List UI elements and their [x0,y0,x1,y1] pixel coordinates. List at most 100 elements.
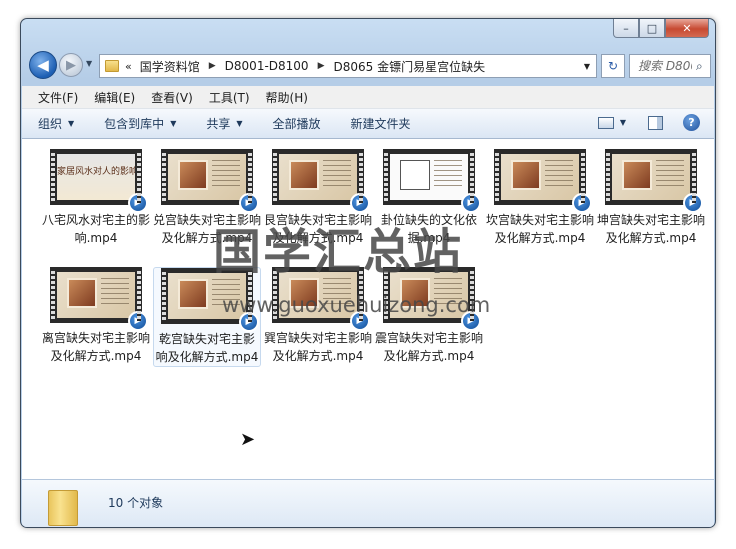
thumbnail-frame [612,154,690,200]
floorplan-shape [400,278,430,308]
maximize-button[interactable]: □ [639,19,665,38]
file-name: 坤宫缺失对宅主影响及化解方式.mp4 [597,213,706,245]
file-item[interactable]: ▶ 艮宫缺失对宅主影响及化解方式.mp4 [264,149,372,247]
breadcrumb-item[interactable]: 国学资料馆 [140,58,200,75]
file-item[interactable]: ▶ 乾宫缺失对宅主影响及化解方式.mp4 [153,267,261,367]
thumbnail-frame [390,272,468,318]
breadcrumb-item[interactable]: D8065 金镖门易星宫位缺失 [333,58,485,75]
folder-icon [105,60,119,72]
video-thumbnail: ▶ [383,267,481,331]
breadcrumb-arrow-icon[interactable]: ▶ [318,61,325,71]
video-thumbnail: ▶ [494,149,592,213]
folder-icon [48,490,78,526]
text-lines [212,279,240,307]
address-dropdown-icon[interactable]: ▼ [578,62,596,71]
file-name: 卦位缺失的文化依据.mp4 [380,213,477,245]
media-player-icon: ▶ [350,193,370,213]
search-input[interactable] [638,59,692,73]
change-view-icon[interactable] [597,116,614,129]
file-name: 艮宫缺失对宅主影响及化解方式.mp4 [264,213,373,245]
share-label: 共享 [206,117,231,131]
text-lines [323,278,351,306]
floorplan-shape [511,160,541,190]
thumbnail-caption: 家居风水对人的影响 [57,167,135,177]
search-box[interactable]: ⌕ [629,54,711,78]
file-item[interactable]: ▶ 震宫缺失对宅主影响及化解方式.mp4 [375,267,483,365]
file-item[interactable]: ▶ 卦位缺失的文化依据.mp4 [375,149,483,247]
details-pane: 10 个对象 [22,479,714,527]
text-lines [434,278,462,306]
media-player-icon: ▶ [461,193,481,213]
explorer-window: – □ ✕ ◀ ▶ ▼ « 国学资料馆 ▶ D8001-D8100 ▶ D806… [20,18,716,528]
share-button[interactable]: 共享 ▼ [206,115,242,132]
refresh-button[interactable]: ↻ [601,54,625,78]
media-player-icon: ▶ [350,311,370,331]
text-lines [323,160,351,188]
chevron-down-icon: ▼ [170,119,177,128]
breadcrumb: « 国学资料馆 ▶ D8001-D8100 ▶ D8065 金镖门易星宫位缺失 [125,58,578,75]
close-button[interactable]: ✕ [665,19,709,38]
breadcrumb-arrow-icon[interactable]: ▶ [209,61,216,71]
organize-label: 组织 [38,117,63,131]
overflow-chevron-icon[interactable]: « [125,60,132,73]
video-thumbnail: ▶ [383,149,481,213]
media-player-icon: ▶ [683,193,703,213]
file-name: 震宫缺失对宅主影响及化解方式.mp4 [375,331,484,363]
forward-button[interactable]: ▶ [59,53,83,77]
video-thumbnail: ▶ [605,149,703,213]
file-name: 乾宫缺失对宅主影响及化解方式.mp4 [155,332,259,364]
floorplan-shape [178,160,208,190]
view-controls: ▼ ? [597,114,700,131]
back-button[interactable]: ◀ [29,51,57,79]
file-name: 离宫缺失对宅主影响及化解方式.mp4 [42,331,151,363]
menu-file[interactable]: 文件(F) [38,89,78,106]
video-thumbnail: ▶ [272,149,370,213]
file-name: 八宅风水对宅主的影响.mp4 [42,213,151,245]
file-name: 坎宫缺失对宅主影响及化解方式.mp4 [486,213,595,245]
media-player-icon: ▶ [572,193,592,213]
view-options-chevron-icon[interactable]: ▼ [620,118,626,127]
media-player-icon: ▶ [461,311,481,331]
menu-view[interactable]: 查看(V) [151,89,193,106]
chevron-down-icon: ▼ [68,119,75,128]
search-icon[interactable]: ⌕ [696,59,703,74]
file-item[interactable]: ▶ 坎宫缺失对宅主影响及化解方式.mp4 [486,149,594,247]
file-item[interactable]: ▶ 兑宫缺失对宅主影响及化解方式.mp4 [153,149,261,247]
video-thumbnail: ▶ [161,149,259,213]
include-library-button[interactable]: 包含到库中 ▼ [104,115,176,132]
media-player-icon: ▶ [128,193,148,213]
thumbnail-frame [168,273,246,319]
breadcrumb-item[interactable]: D8001-D8100 [225,59,309,73]
caption-buttons: – □ ✕ [613,19,709,38]
file-item[interactable]: ▶ 巽宫缺失对宅主影响及化解方式.mp4 [264,267,372,365]
minimize-button[interactable]: – [613,19,639,38]
media-player-icon: ▶ [239,193,259,213]
recent-pages-icon[interactable]: ▼ [86,59,92,68]
thumbnail-frame [57,272,135,318]
play-all-button[interactable]: 全部播放 [273,115,321,132]
floorplan-shape [289,278,319,308]
file-name: 兑宫缺失对宅主影响及化解方式.mp4 [153,213,262,245]
text-lines [101,278,129,306]
item-count: 10 个对象 [108,496,164,510]
file-item[interactable]: ▶ 坤宫缺失对宅主影响及化解方式.mp4 [597,149,705,247]
address-bar[interactable]: « 国学资料馆 ▶ D8001-D8100 ▶ D8065 金镖门易星宫位缺失 … [99,54,597,78]
preview-pane-icon[interactable] [648,115,663,130]
refresh-icon: ↻ [607,59,619,73]
floorplan-shape [400,160,430,190]
file-name: 巽宫缺失对宅主影响及化解方式.mp4 [264,331,373,363]
organize-button[interactable]: 组织 ▼ [38,115,74,132]
menu-edit[interactable]: 编辑(E) [94,89,135,106]
thumbnail-frame [390,154,468,200]
file-item[interactable]: ▶ 离宫缺失对宅主影响及化解方式.mp4 [42,267,150,365]
thumbnail-frame [279,154,357,200]
help-icon[interactable]: ? [683,114,700,131]
menu-help[interactable]: 帮助(H) [266,89,308,106]
menu-tools[interactable]: 工具(T) [209,89,250,106]
new-folder-button[interactable]: 新建文件夹 [351,115,411,132]
file-item[interactable]: 家居风水对人的影响 ▶ 八宅风水对宅主的影响.mp4 [42,149,150,247]
file-view[interactable]: 家居风水对人的影响 ▶ 八宅风水对宅主的影响.mp4 ▶ 兑宫缺失对宅主影响及化… [22,139,714,479]
thumbnail-frame [279,272,357,318]
media-player-icon: ▶ [239,312,259,332]
floorplan-shape [289,160,319,190]
